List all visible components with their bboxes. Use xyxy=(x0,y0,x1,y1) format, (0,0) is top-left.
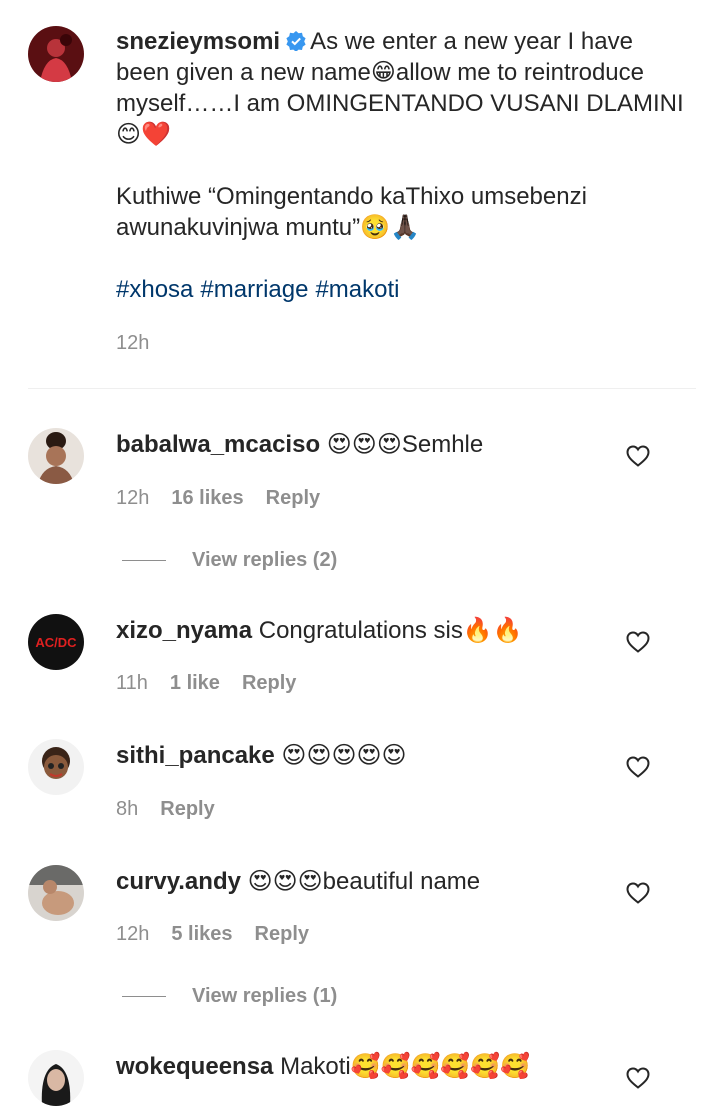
hashtag-link[interactable]: #marriage xyxy=(200,276,308,303)
avatar-logo-text: AC/DC xyxy=(35,635,77,650)
heart-icon[interactable] xyxy=(626,631,650,653)
commenter-avatar[interactable] xyxy=(28,428,84,484)
verified-badge-icon xyxy=(286,31,306,51)
commenter-avatar[interactable] xyxy=(28,739,84,795)
commenter-avatar[interactable] xyxy=(28,865,84,921)
comment-meta: 11h 1 like Reply xyxy=(116,672,296,695)
comment-body: Makoti🥰🥰🥰🥰🥰🥰 xyxy=(280,1053,531,1080)
post-author-username[interactable]: snezieymsomi xyxy=(116,28,280,55)
heart-icon[interactable] xyxy=(626,756,650,778)
post-time: 12h xyxy=(116,332,150,354)
comment-text: curvy.andy 😍😍😍beautiful name xyxy=(116,867,616,897)
comment-body: 😍😍😍😍😍 xyxy=(281,742,407,769)
comment-text: wokequeensa Makoti🥰🥰🥰🥰🥰🥰 xyxy=(116,1052,616,1082)
comment-time: 12h xyxy=(116,923,150,945)
comment-likes[interactable]: 5 likes xyxy=(171,923,232,946)
reply-button[interactable]: Reply xyxy=(266,487,320,510)
commenter-username[interactable]: babalwa_mcaciso xyxy=(116,431,320,458)
post-author-avatar[interactable] xyxy=(28,26,84,82)
view-replies-label: View replies (2) xyxy=(192,549,338,571)
comment-body: 😍😍😍beautiful name xyxy=(247,868,481,895)
commenter-avatar[interactable] xyxy=(28,1050,84,1106)
comment-meta: 12h 16 likes Reply xyxy=(116,487,320,510)
commenter-username[interactable]: sithi_pancake xyxy=(116,742,275,769)
hashtag-link[interactable]: #xhosa xyxy=(116,276,193,303)
reply-button[interactable]: Reply xyxy=(160,798,214,821)
comment-text: sithi_pancake 😍😍😍😍😍 xyxy=(116,741,616,771)
comment-text: babalwa_mcaciso 😍😍😍Semhle xyxy=(116,430,616,460)
post-caption: snezieymsomi As we enter a new year I hav… xyxy=(116,26,686,305)
comment-meta: 12h 5 likes Reply xyxy=(116,923,309,946)
view-replies-label: View replies (1) xyxy=(192,985,338,1007)
commenter-username[interactable]: curvy.andy xyxy=(116,868,241,895)
comment-body: Congratulations sis🔥🔥 xyxy=(258,617,523,644)
heart-icon[interactable] xyxy=(626,882,650,904)
comment-likes[interactable]: 1 like xyxy=(170,672,220,695)
commenter-avatar[interactable]: AC/DC xyxy=(28,614,84,670)
reply-button[interactable]: Reply xyxy=(242,672,296,695)
commenter-username[interactable]: wokequeensa xyxy=(116,1053,273,1080)
hashtag-link[interactable]: #makoti xyxy=(315,276,399,303)
caption-text-2: Kuthiwe “Omingentando kaThixo umsebenzi … xyxy=(116,183,587,241)
comment-body: 😍😍😍Semhle xyxy=(326,431,484,458)
comment-likes[interactable]: 16 likes xyxy=(171,487,243,510)
divider-line xyxy=(122,560,166,561)
reply-button[interactable]: Reply xyxy=(255,923,309,946)
commenter-username[interactable]: xizo_nyama xyxy=(116,617,252,644)
comment-time: 11h xyxy=(116,672,148,694)
divider-line xyxy=(122,996,166,997)
heart-icon[interactable] xyxy=(626,445,650,467)
divider xyxy=(28,388,696,389)
view-replies-button[interactable]: View replies (2) xyxy=(122,549,337,572)
comment-meta: 8h Reply xyxy=(116,798,215,821)
comment-time: 8h xyxy=(116,798,139,820)
comment-text: xizo_nyama Congratulations sis🔥🔥 xyxy=(116,616,616,646)
comment-time: 12h xyxy=(116,487,150,509)
heart-icon[interactable] xyxy=(626,1067,650,1089)
view-replies-button[interactable]: View replies (1) xyxy=(122,985,337,1008)
hashtags: #xhosa #marriage #makoti xyxy=(116,274,686,305)
